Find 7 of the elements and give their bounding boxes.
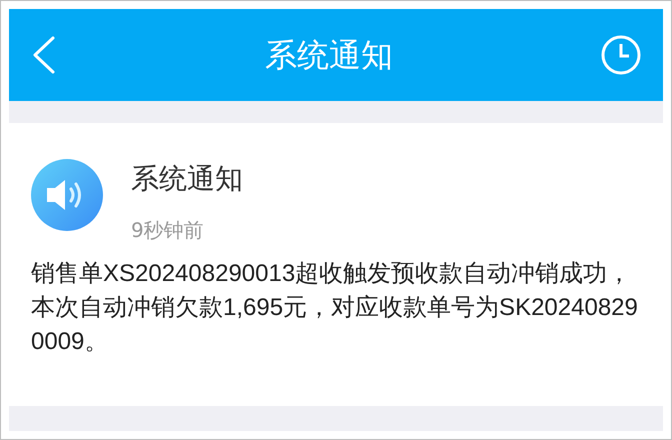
notification-title: 系统通知 (131, 161, 243, 197)
speaker-icon (31, 159, 103, 231)
back-icon[interactable] (31, 35, 57, 75)
page-title: 系统通知 (265, 35, 393, 76)
notification-message: 销售单XS202408290013超收触发预收款自动冲销成功，本次自动冲销欠款1,695元，对应收款单号为SK202408290009。 (31, 259, 639, 357)
notification-time: 9秒钟前 (131, 217, 205, 244)
clock-icon[interactable] (601, 35, 641, 75)
